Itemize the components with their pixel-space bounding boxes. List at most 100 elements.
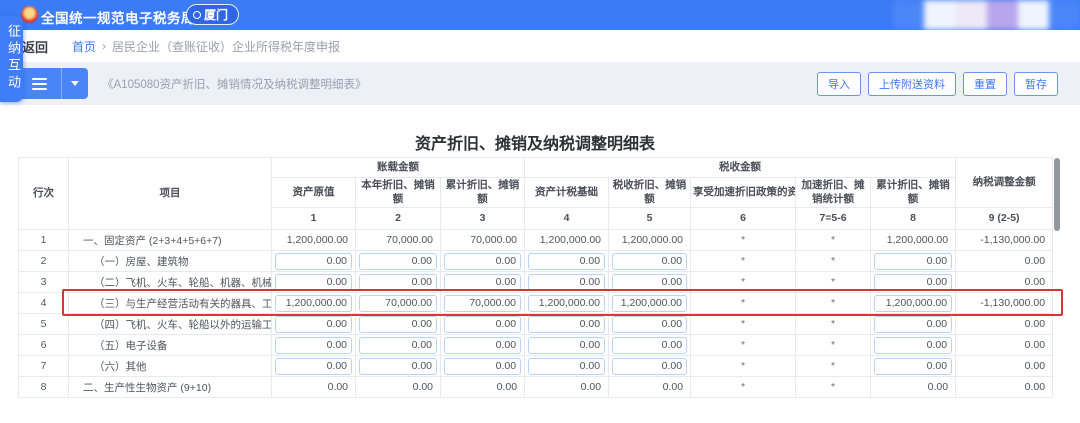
amount-input[interactable] (444, 295, 521, 312)
back-button[interactable]: 返回 (22, 37, 48, 56)
amount-input[interactable] (444, 358, 521, 375)
table-scrollbar-thumb[interactable] (1054, 158, 1060, 231)
amount-input[interactable] (444, 274, 521, 291)
amount-cell (871, 251, 956, 272)
amount-cell (356, 251, 441, 272)
col-header-item: 项目 (69, 158, 272, 230)
amount-cell (609, 314, 691, 335)
asterisk-cell: * (796, 356, 871, 377)
amount-input[interactable] (612, 274, 687, 291)
asterisk-cell: * (796, 377, 871, 398)
amount-input[interactable] (275, 337, 352, 354)
breadcrumb-current: 居民企业（查账征收）企业所得税年度申报 (112, 38, 340, 55)
asterisk-cell: * (691, 377, 796, 398)
col-header: 本年折旧、摊销额 (356, 178, 441, 208)
amount-text: 70,000.00 (356, 230, 441, 251)
reset-button[interactable]: 重置 (963, 72, 1007, 96)
amount-text: 0.00 (609, 377, 691, 398)
asterisk-cell: * (691, 293, 796, 314)
blur-block (987, 0, 1018, 30)
amount-input[interactable] (359, 316, 437, 333)
amount-input[interactable] (874, 358, 952, 375)
col-number: 6 (691, 208, 796, 230)
hamburger-icon[interactable] (18, 68, 62, 99)
row-item-label: （四）飞机、火车、轮船以外的运输工具 (69, 314, 272, 335)
upload-attachments-button[interactable]: 上传附送资料 (868, 72, 956, 96)
amount-input[interactable] (359, 274, 437, 291)
amount-input[interactable] (275, 295, 352, 312)
amount-input[interactable] (275, 358, 352, 375)
amount-input[interactable] (444, 253, 521, 270)
row-item-label: （一）房屋、建筑物 (69, 251, 272, 272)
asterisk-cell: * (796, 293, 871, 314)
col-header-row-no: 行次 (19, 158, 69, 230)
amount-input[interactable] (444, 316, 521, 333)
save-draft-button[interactable]: 暂存 (1014, 72, 1058, 96)
amount-cell (609, 335, 691, 356)
table-row: 8二、生产性生物资产 (9+10)0.000.000.000.000.00**0… (19, 377, 1053, 398)
amount-cell (272, 314, 356, 335)
amount-input[interactable] (275, 253, 352, 270)
table-body: 1一、固定资产 (2+3+4+5+6+7)1,200,000.0070,000.… (19, 230, 1053, 398)
table-row: 2（一）房屋、建筑物**0.00 (19, 251, 1053, 272)
amount-input[interactable] (444, 337, 521, 354)
amount-text: 1,200,000.00 (871, 230, 956, 251)
amount-cell (356, 272, 441, 293)
col-number: 1 (272, 208, 356, 230)
breadcrumb-home-link[interactable]: 首页 (72, 38, 96, 55)
asterisk-cell: * (691, 335, 796, 356)
import-button[interactable]: 导入 (817, 72, 861, 96)
amount-input[interactable] (612, 358, 687, 375)
asterisk-cell: * (691, 230, 796, 251)
amount-input[interactable] (275, 316, 352, 333)
amount-input[interactable] (359, 337, 437, 354)
amount-input[interactable] (612, 295, 687, 312)
amount-input[interactable] (359, 253, 437, 270)
amount-input[interactable] (359, 358, 437, 375)
amount-input[interactable] (528, 253, 605, 270)
amount-input[interactable] (874, 295, 952, 312)
amount-input[interactable] (874, 337, 952, 354)
amount-input[interactable] (528, 358, 605, 375)
amount-input[interactable] (528, 337, 605, 354)
amount-input[interactable] (874, 253, 952, 270)
amount-input[interactable] (612, 253, 687, 270)
col-header: 加速折旧、摊销统计额 (796, 178, 871, 208)
col-number: 3 (441, 208, 525, 230)
breadcrumb-separator: › (102, 39, 106, 53)
amount-text: 0.00 (956, 272, 1053, 293)
amount-cell (525, 314, 609, 335)
header-widgets-blurred (893, 0, 1080, 30)
amount-input[interactable] (528, 274, 605, 291)
col-header: 资产原值 (272, 178, 356, 208)
amount-cell (871, 335, 956, 356)
amount-input[interactable] (275, 274, 352, 291)
asterisk-cell: * (691, 272, 796, 293)
amount-input[interactable] (874, 316, 952, 333)
amount-text: 0.00 (956, 314, 1053, 335)
amount-cell (441, 356, 525, 377)
location-badge[interactable]: 厦门 (186, 4, 239, 25)
amount-input[interactable] (874, 274, 952, 291)
menu-dropdown-toggle[interactable] (62, 68, 88, 99)
form-menu-button[interactable] (18, 68, 88, 99)
col-number: 4 (525, 208, 609, 230)
amount-cell (609, 272, 691, 293)
amount-input[interactable] (612, 316, 687, 333)
amount-text: 0.00 (356, 377, 441, 398)
amount-cell (356, 314, 441, 335)
amount-text: 70,000.00 (441, 230, 525, 251)
amount-text: 0.00 (525, 377, 609, 398)
row-number: 1 (19, 230, 69, 251)
amount-input[interactable] (528, 295, 605, 312)
amount-input[interactable] (528, 316, 605, 333)
amount-input[interactable] (612, 337, 687, 354)
chevron-down-icon (71, 81, 79, 86)
amount-text: -1,130,000.00 (956, 230, 1053, 251)
blur-block (1049, 0, 1080, 30)
amount-text: 0.00 (956, 356, 1053, 377)
side-tab-interaction[interactable]: 征纳互动 (0, 16, 23, 102)
amount-text: -1,130,000.00 (956, 293, 1053, 314)
row-number: 7 (19, 356, 69, 377)
amount-input[interactable] (359, 295, 437, 312)
